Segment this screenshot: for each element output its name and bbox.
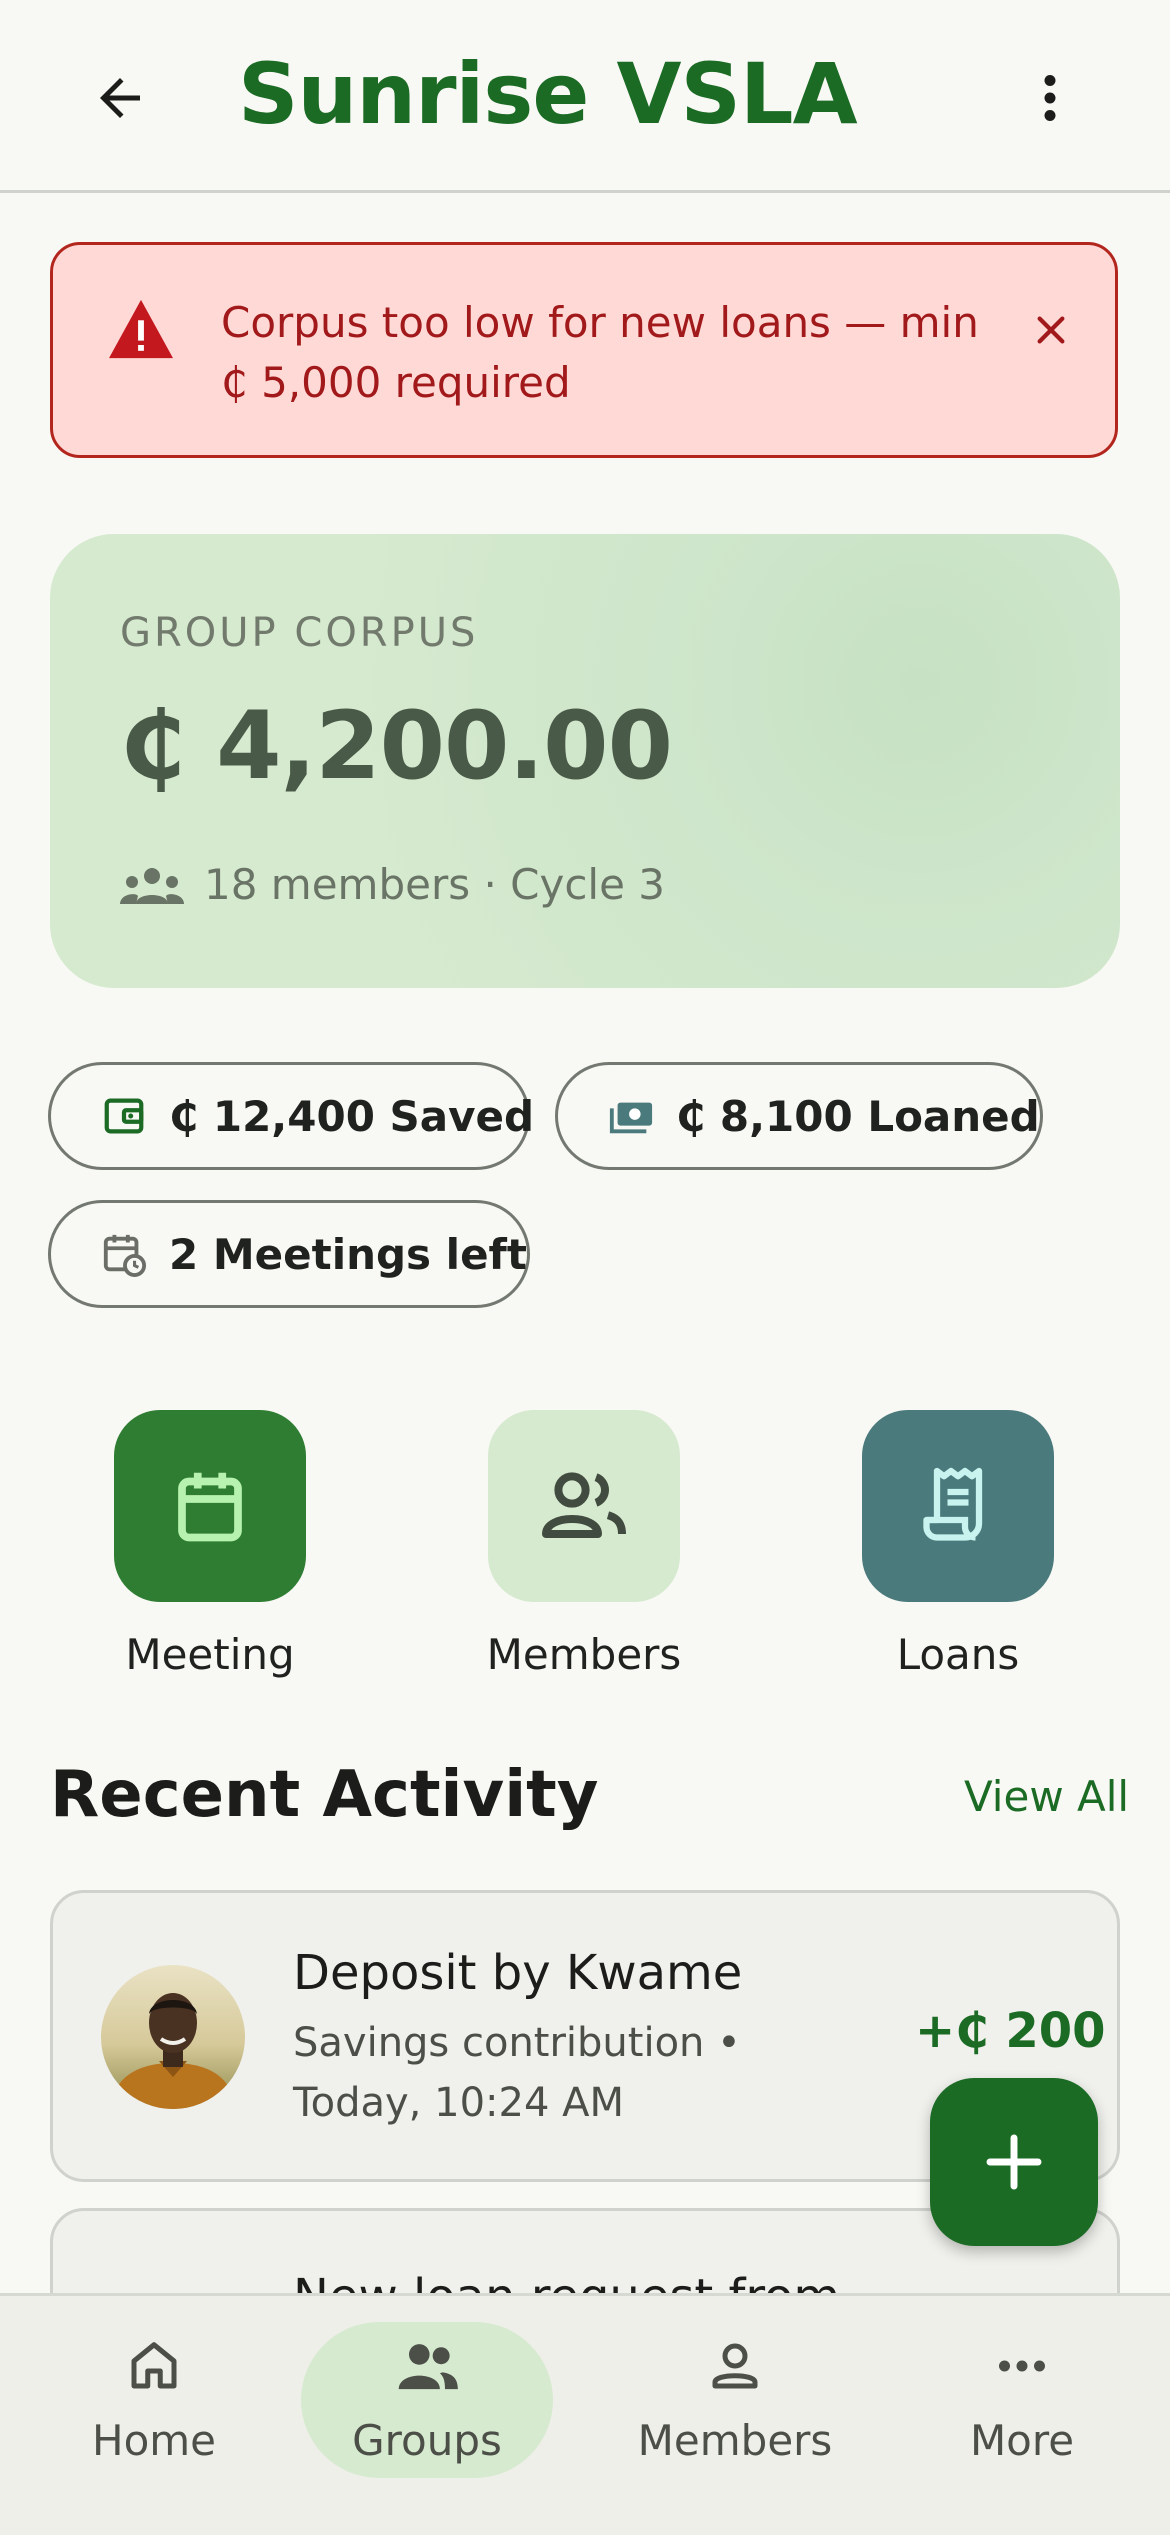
nav-item-groups[interactable]: Groups — [297, 2322, 557, 2478]
corpus-label: GROUP CORPUS — [120, 610, 479, 656]
home-icon — [131, 2342, 177, 2389]
nav-label-members: Members — [637, 2416, 833, 2465]
bottom-navigation: Home Groups Members More — [0, 2293, 1170, 2535]
members-tile[interactable] — [488, 1410, 680, 1602]
view-all-link[interactable]: View All — [964, 1772, 1129, 1821]
groups-icon — [398, 2344, 458, 2390]
warning-icon — [109, 299, 173, 359]
meetings-left-chip-label: 2 Meetings left — [169, 1229, 527, 1279]
meeting-tile[interactable] — [114, 1410, 306, 1602]
nav-item-more[interactable]: More — [892, 2326, 1152, 2465]
members-action-label: Members — [486, 1630, 682, 1679]
loaned-chip[interactable]: ₵ 8,100 Loaned — [555, 1062, 1043, 1170]
calendar-clock-icon — [103, 1234, 147, 1277]
arrow-left-icon — [100, 77, 140, 118]
activity-subtitle: Savings contribution • Today, 10:24 AM — [293, 2020, 741, 2126]
meeting-action-label: Meeting — [125, 1630, 295, 1679]
calendar-icon — [178, 1472, 242, 1542]
nav-item-members[interactable]: Members — [605, 2326, 865, 2465]
nav-label-home: Home — [91, 2416, 217, 2465]
loaned-chip-label: ₵ 8,100 Loaned — [676, 1091, 1040, 1141]
receipt-icon — [923, 1467, 983, 1541]
group-icon — [120, 868, 184, 904]
loans-action-label: Loans — [896, 1630, 1020, 1679]
recent-activity-heading: Recent Activity — [50, 1758, 599, 1832]
meeting-action[interactable]: Meeting — [110, 1410, 310, 1679]
avatar — [101, 1965, 245, 2109]
nav-label-more: More — [969, 2416, 1075, 2465]
people-icon — [542, 1472, 626, 1538]
more-vertical-icon — [1044, 74, 1056, 121]
activity-amount: +₵ 200 — [915, 2003, 1106, 2059]
nav-label-groups: Groups — [352, 2416, 502, 2465]
members-action[interactable]: Members — [484, 1410, 684, 1679]
app-bar: Sunrise VSLA — [0, 0, 1170, 193]
loans-tile[interactable] — [862, 1410, 1054, 1602]
close-icon — [1037, 316, 1065, 344]
activity-title: Deposit by Kwame — [293, 1945, 743, 2001]
corpus-amount: ₵ 4,200.00 — [120, 692, 673, 801]
wallet-icon — [104, 1098, 144, 1134]
meetings-left-chip[interactable]: 2 Meetings left — [48, 1200, 530, 1308]
avatar-photo — [101, 1965, 245, 2109]
add-fab-button[interactable] — [930, 2078, 1098, 2246]
dismiss-alert-button[interactable] — [1016, 295, 1086, 365]
loans-action[interactable]: Loans — [858, 1410, 1058, 1679]
group-corpus-card[interactable]: GROUP CORPUS ₵ 4,200.00 18 members · Cyc… — [50, 534, 1120, 988]
saved-chip-label: ₵ 12,400 Saved — [169, 1091, 535, 1141]
nav-item-home[interactable]: Home — [24, 2326, 284, 2465]
low-corpus-alert: Corpus too low for new loans — min ₵ 5,0… — [50, 242, 1118, 458]
person-icon — [712, 2343, 758, 2389]
back-button[interactable] — [70, 50, 170, 145]
alert-message: Corpus too low for new loans — min ₵ 5,0… — [221, 298, 979, 407]
saved-chip[interactable]: ₵ 12,400 Saved — [48, 1062, 534, 1170]
more-options-button[interactable] — [1000, 50, 1100, 145]
corpus-subtitle: 18 members · Cycle 3 — [204, 860, 666, 909]
page-title: Sunrise VSLA — [238, 45, 858, 143]
plus-icon — [986, 2134, 1042, 2190]
cash-icon — [609, 1102, 653, 1134]
more-horizontal-icon — [999, 2360, 1045, 2372]
